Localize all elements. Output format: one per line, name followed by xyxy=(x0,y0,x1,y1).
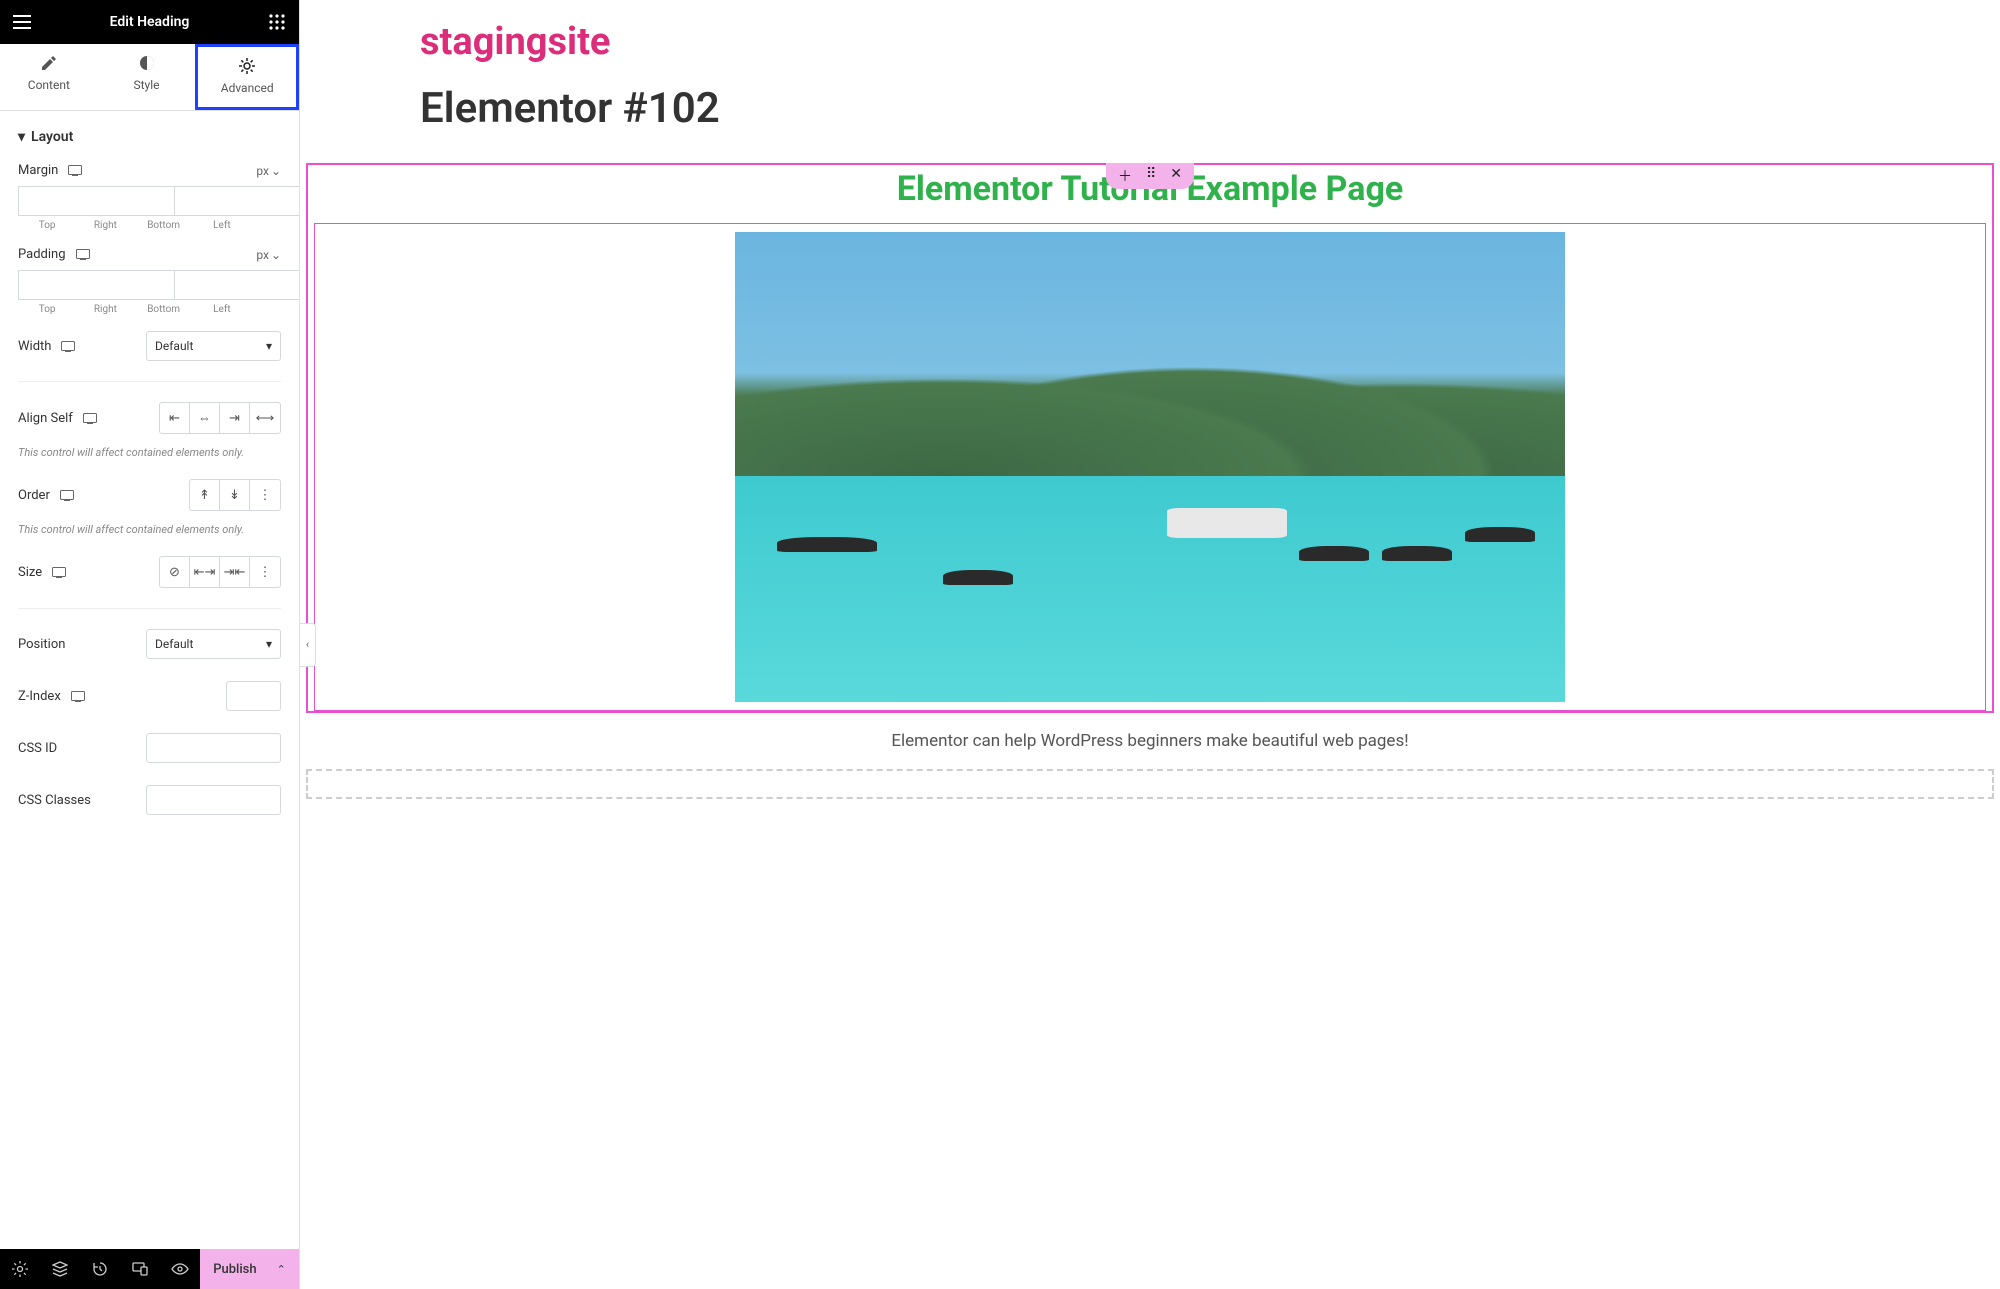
padding-unit-select[interactable]: px ⌄ xyxy=(256,248,281,262)
order-more-button[interactable]: ⋮ xyxy=(250,480,280,510)
padding-top-input[interactable] xyxy=(18,270,174,300)
collapse-sidebar-button[interactable]: ‹ xyxy=(300,623,316,667)
align-self-buttons: ⇤ ⇔ ⇥ ⟷ xyxy=(159,402,281,434)
cssid-label: CSS ID xyxy=(18,741,57,756)
align-hint: This control will affect contained eleme… xyxy=(18,446,281,459)
chevron-down-icon: ⌄ xyxy=(271,248,281,262)
add-section-icon[interactable]: ＋ xyxy=(1118,166,1132,186)
margin-label: Margin xyxy=(18,163,58,178)
margin-unit-select[interactable]: px ⌄ xyxy=(256,164,281,178)
caption-text[interactable]: Elementor can help WordPress beginners m… xyxy=(300,731,2000,751)
chevron-down-icon: ⌄ xyxy=(271,164,281,178)
order-label: Order xyxy=(18,488,50,503)
responsive-icon[interactable] xyxy=(83,413,97,424)
margin-right-input[interactable] xyxy=(174,186,299,216)
cssid-input[interactable] xyxy=(147,734,299,762)
layout-section-label: Layout xyxy=(31,129,73,145)
sidebar-header: Edit Heading xyxy=(0,0,299,44)
history-icon[interactable] xyxy=(80,1249,120,1289)
size-more-button[interactable]: ⋮ xyxy=(250,557,280,587)
margin-top-input[interactable] xyxy=(18,186,174,216)
align-end-button[interactable]: ⇥ xyxy=(220,403,250,433)
section-toolbar: ＋ ⠿ ✕ xyxy=(1106,163,1194,189)
settings-icon[interactable] xyxy=(0,1249,40,1289)
width-label: Width xyxy=(18,339,51,354)
tab-advanced-label: Advanced xyxy=(221,81,274,95)
tab-content[interactable]: Content xyxy=(0,44,98,110)
panel-body: ▾ Layout Margin px ⌄ Top Right xyxy=(0,111,299,1249)
responsive-icon[interactable] xyxy=(52,567,66,578)
widgets-icon[interactable] xyxy=(267,12,287,32)
position-select[interactable]: Default ▾ xyxy=(146,629,281,659)
size-buttons: ⊘ ⇤⇥ ⇥⇤ ⋮ xyxy=(159,556,281,588)
publish-button[interactable]: Publish ⌃ xyxy=(200,1249,299,1289)
tab-content-label: Content xyxy=(28,78,70,92)
cssclasses-input[interactable] xyxy=(147,786,299,814)
responsive-icon[interactable] xyxy=(76,249,90,260)
padding-right-input[interactable] xyxy=(174,270,299,300)
navigator-icon[interactable] xyxy=(40,1249,80,1289)
align-start-button[interactable]: ⇤ xyxy=(160,403,190,433)
site-title[interactable]: stagingsite xyxy=(420,20,2000,64)
tab-style-label: Style xyxy=(134,78,160,92)
caret-down-icon: ▾ xyxy=(266,637,272,651)
caret-down-icon: ▾ xyxy=(18,129,25,145)
caret-down-icon: ▾ xyxy=(266,339,272,353)
order-last-button[interactable]: ↡ xyxy=(220,480,250,510)
menu-icon[interactable] xyxy=(12,12,32,32)
delete-section-icon[interactable]: ✕ xyxy=(1170,166,1182,186)
page-title: Elementor #102 xyxy=(420,84,2000,133)
bottom-bar: Publish ⌃ xyxy=(0,1249,299,1289)
size-label: Size xyxy=(18,565,42,580)
cssclasses-label: CSS Classes xyxy=(18,793,91,808)
align-stretch-button[interactable]: ⟷ xyxy=(250,403,280,433)
responsive-icon[interactable] xyxy=(68,165,82,176)
responsive-icon[interactable] xyxy=(71,691,85,702)
tab-advanced[interactable]: Advanced xyxy=(195,44,299,110)
padding-inputs xyxy=(18,270,281,300)
size-shrink-button[interactable]: ⇥⇤ xyxy=(220,557,250,587)
responsive-mode-icon[interactable] xyxy=(120,1249,160,1289)
size-none-button[interactable]: ⊘ xyxy=(160,557,190,587)
width-select[interactable]: Default ▾ xyxy=(146,331,281,361)
image-widget[interactable] xyxy=(735,232,1565,702)
order-first-button[interactable]: ↟ xyxy=(190,480,220,510)
image-section[interactable] xyxy=(314,223,1986,711)
zindex-input[interactable] xyxy=(226,681,281,711)
panel-tabs: Content Style Advanced xyxy=(0,44,299,111)
sidebar-title: Edit Heading xyxy=(32,14,267,30)
add-new-section[interactable] xyxy=(306,769,1994,799)
preview-icon[interactable] xyxy=(160,1249,200,1289)
layout-section-toggle[interactable]: ▾ Layout xyxy=(18,111,281,157)
position-label: Position xyxy=(18,637,65,652)
margin-inputs xyxy=(18,186,281,216)
drag-section-icon[interactable]: ⠿ xyxy=(1146,166,1156,186)
padding-label: Padding xyxy=(18,247,66,262)
size-grow-button[interactable]: ⇤⇥ xyxy=(190,557,220,587)
order-buttons: ↟ ↡ ⋮ xyxy=(189,479,281,511)
editor-sidebar: Edit Heading Content Style Advanced ▾ L xyxy=(0,0,300,1289)
responsive-icon[interactable] xyxy=(61,341,75,352)
zindex-label: Z-Index xyxy=(18,689,61,704)
align-center-button[interactable]: ⇔ xyxy=(190,403,220,433)
align-self-label: Align Self xyxy=(18,411,73,426)
responsive-icon[interactable] xyxy=(60,490,74,501)
order-hint: This control will affect contained eleme… xyxy=(18,523,281,536)
tab-style[interactable]: Style xyxy=(98,44,196,110)
editor-canvas[interactable]: stagingsite Elementor #102 Elementor Tut… xyxy=(300,0,2000,1289)
heading-section[interactable]: Elementor Tutorial Example Page ＋ ⠿ ✕ xyxy=(306,163,1994,713)
chevron-up-icon: ⌃ xyxy=(277,1263,286,1276)
